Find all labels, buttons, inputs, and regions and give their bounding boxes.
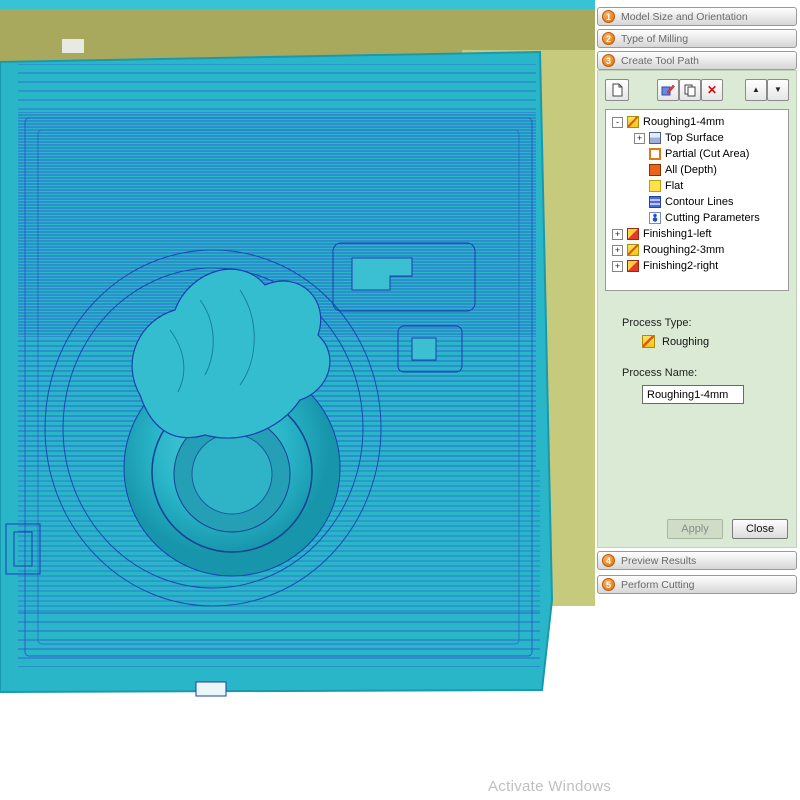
tree-expand-icon[interactable]: +	[634, 132, 645, 144]
arrow-up-icon: ▲	[752, 85, 760, 94]
step-5-badge-icon: 5	[602, 578, 615, 591]
delete-icon: ✕	[706, 83, 718, 97]
process-type-text: Roughing	[662, 335, 710, 348]
panel-actions: Apply Close	[667, 519, 788, 539]
arrow-down-icon: ▼	[774, 85, 782, 94]
toolpath-tree: - Roughing1-4mm + Top Surface Partial (C…	[605, 109, 789, 291]
parameters-icon	[649, 212, 661, 224]
step-header-create-tool-path[interactable]: 3 Create Tool Path	[597, 51, 797, 70]
edit-toolpath-icon	[661, 84, 675, 96]
3d-viewport[interactable]	[0, 0, 595, 800]
step-header-model-size[interactable]: 1 Model Size and Orientation	[597, 7, 797, 26]
process-type-value: Roughing	[642, 335, 709, 348]
close-button[interactable]: Close	[732, 519, 788, 539]
step-1-badge-icon: 1	[602, 10, 615, 23]
tree-expand-icon[interactable]: +	[612, 244, 623, 256]
step-2-label: Type of Milling	[621, 32, 689, 45]
toolpath-toolbar: ✕ ▲ ▼	[605, 79, 789, 101]
step-4-badge-icon: 4	[602, 554, 615, 567]
tree-item-label: Partial (Cut Area)	[665, 148, 750, 160]
tree-item-label: Flat	[665, 180, 684, 192]
tree-item-label: Contour Lines	[665, 196, 734, 208]
copy-toolpath-button[interactable]	[679, 79, 701, 101]
tree-item-contour-lines[interactable]: Contour Lines	[608, 194, 786, 210]
flat-icon	[649, 180, 661, 192]
step-3-label: Create Tool Path	[621, 54, 700, 67]
tree-item-all-depth[interactable]: All (Depth)	[608, 162, 786, 178]
tree-item-label: Finishing2-right	[643, 260, 719, 272]
step-1-label: Model Size and Orientation	[621, 10, 748, 23]
step-2-badge-icon: 2	[602, 32, 615, 45]
tree-item-label: Finishing1-left	[643, 228, 712, 240]
tree-item-top-surface[interactable]: + Top Surface	[608, 130, 786, 146]
step-5-label: Perform Cutting	[621, 578, 695, 591]
step-header-type-of-milling[interactable]: 2 Type of Milling	[597, 29, 797, 48]
surface-icon	[649, 132, 661, 144]
tree-item-roughing1[interactable]: - Roughing1-4mm	[608, 114, 786, 130]
process-name-input[interactable]	[642, 385, 744, 404]
tree-item-label: Cutting Parameters	[665, 212, 760, 224]
finishing-icon	[627, 260, 639, 272]
step-4-label: Preview Results	[621, 554, 697, 567]
step-header-perform-cutting[interactable]: 5 Perform Cutting	[597, 575, 797, 594]
tree-item-cutting-parameters[interactable]: Cutting Parameters	[608, 210, 786, 226]
tree-expand-icon[interactable]: +	[612, 260, 623, 272]
tree-item-roughing2[interactable]: + Roughing2-3mm	[608, 242, 786, 258]
process-type-label: Process Type:	[622, 317, 692, 329]
tree-collapse-icon[interactable]: -	[612, 116, 623, 128]
edit-toolpath-button[interactable]	[657, 79, 679, 101]
finishing-icon	[627, 228, 639, 240]
move-down-button[interactable]: ▼	[767, 79, 789, 101]
step-header-preview-results[interactable]: 4 Preview Results	[597, 551, 797, 570]
model-scene	[0, 0, 595, 800]
tree-item-label: Top Surface	[665, 132, 724, 144]
tree-item-label: All (Depth)	[665, 164, 717, 176]
new-toolpath-button[interactable]	[605, 79, 629, 101]
tree-item-finishing1[interactable]: + Finishing1-left	[608, 226, 786, 242]
depth-icon	[649, 164, 661, 176]
activate-windows-watermark: Activate Windows	[488, 778, 612, 795]
new-document-icon	[612, 83, 623, 97]
tree-item-flat[interactable]: Flat	[608, 178, 786, 194]
tree-expand-icon[interactable]: +	[612, 228, 623, 240]
apply-button[interactable]: Apply	[667, 519, 723, 539]
tree-item-label: Roughing1-4mm	[643, 116, 725, 128]
bottom-notch	[195, 681, 227, 697]
tree-item-label: Roughing2-3mm	[643, 244, 725, 256]
stock-tab	[62, 39, 84, 53]
tree-item-finishing2[interactable]: + Finishing2-right	[608, 258, 786, 274]
wizard-panel: 1 Model Size and Orientation 2 Type of M…	[595, 0, 800, 800]
process-name-label: Process Name:	[622, 367, 698, 379]
step-3-badge-icon: 3	[602, 54, 615, 67]
move-up-button[interactable]: ▲	[745, 79, 767, 101]
viewport-top-strip	[0, 0, 595, 9]
create-tool-path-panel: ✕ ▲ ▼ - Roughing1-4mm + Top Surface Part…	[597, 70, 797, 548]
roughing-icon	[627, 116, 639, 128]
roughing-icon	[642, 335, 655, 348]
copy-icon	[684, 84, 696, 97]
cut-area-icon	[649, 148, 661, 160]
roughing-icon	[627, 244, 639, 256]
delete-toolpath-button[interactable]: ✕	[701, 79, 723, 101]
tree-item-partial[interactable]: Partial (Cut Area)	[608, 146, 786, 162]
contour-lines-icon	[649, 196, 661, 208]
